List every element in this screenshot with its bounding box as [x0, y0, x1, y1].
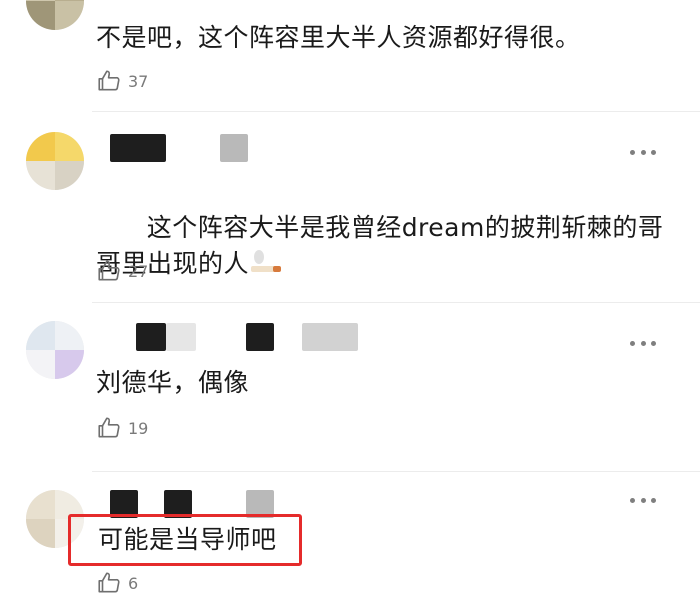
like-button[interactable]: 6 [96, 570, 138, 596]
user-badge-masked [220, 134, 248, 162]
username-masked [246, 323, 274, 351]
like-count: 37 [128, 71, 149, 91]
more-dots-icon[interactable] [630, 148, 656, 156]
thumbs-up-icon [98, 70, 120, 91]
comment-item: 这个阵容大半是我曾经dream的披荆斩棘的哥哥里出现的人 27 [0, 112, 700, 303]
thumbs-up-icon [98, 417, 120, 438]
more-dots-icon[interactable] [630, 339, 656, 347]
comment-text: 刘德华，偶像 [96, 368, 250, 397]
highlight-box [68, 514, 302, 566]
like-button[interactable]: 27 [96, 258, 148, 284]
username-masked [166, 323, 196, 351]
like-button[interactable]: 19 [96, 415, 148, 441]
username-masked [110, 134, 166, 162]
username-masked [136, 323, 166, 351]
smoking-icon [249, 249, 283, 275]
thumbs-up-icon [98, 260, 120, 281]
like-button[interactable]: 37 [96, 68, 148, 94]
comment-body: 这个阵容大半是我曾经dream的披荆斩棘的哥哥里出现的人 [96, 213, 664, 278]
like-count: 6 [128, 573, 139, 593]
username-masked [96, 0, 346, 8]
comment-item: 刘德华，偶像 19 [0, 303, 700, 472]
like-count: 19 [128, 418, 149, 438]
avatar[interactable] [26, 132, 84, 190]
thumbs-up-icon [98, 572, 120, 593]
avatar[interactable] [26, 321, 84, 379]
more-dots-icon[interactable] [630, 496, 656, 504]
comment-feed: 不是吧，这个阵容里大半人资源都好得很。 37 这个阵容大半是我曾经dream的披… [0, 0, 700, 598]
comment-text: 不是吧，这个阵容里大半人资源都好得很。 [96, 23, 581, 52]
user-badge-masked [302, 323, 358, 351]
comment-text: 这个阵容大半是我曾经dream的披荆斩棘的哥哥里出现的人 [96, 174, 676, 318]
like-count: 27 [128, 261, 149, 281]
avatar[interactable] [26, 0, 84, 30]
comment-item: 不是吧，这个阵容里大半人资源都好得很。 37 [0, 0, 700, 112]
